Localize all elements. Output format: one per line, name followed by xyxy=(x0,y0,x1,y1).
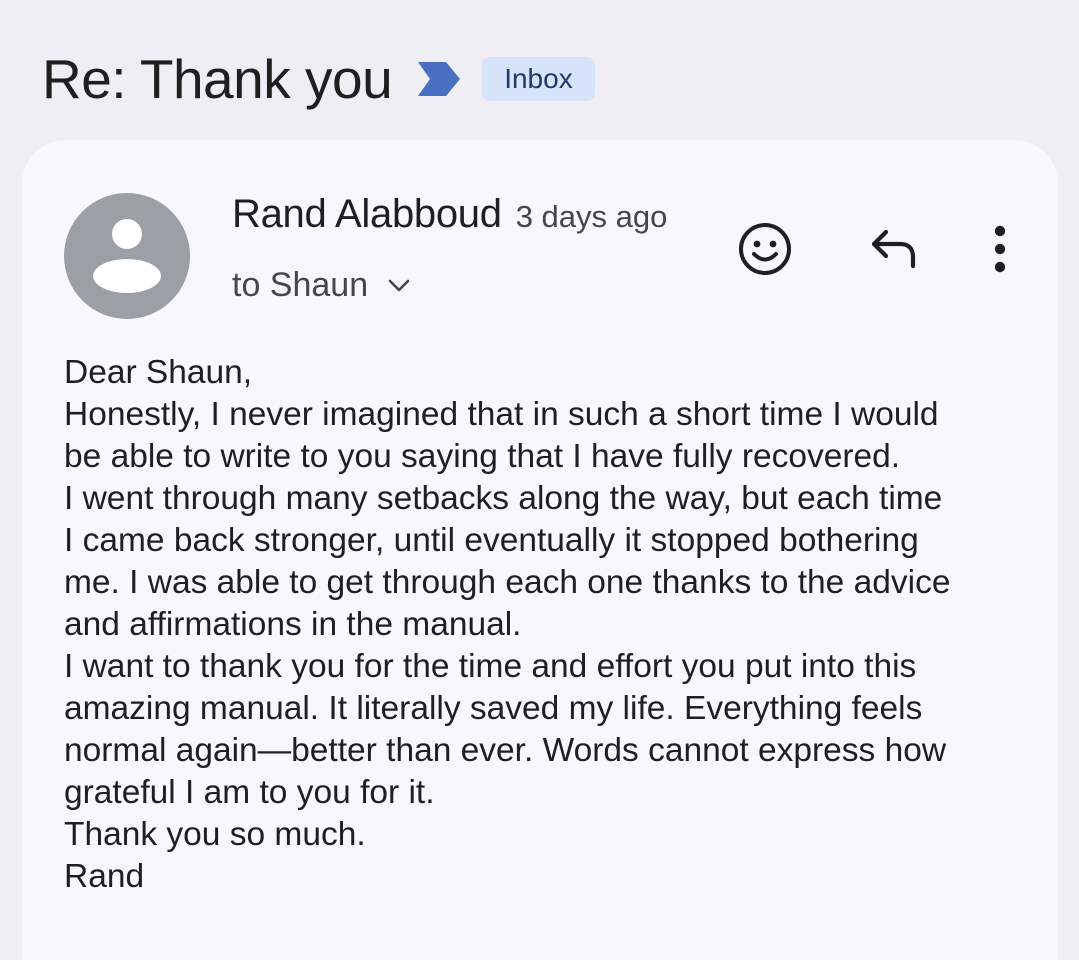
label-chip-inbox[interactable]: Inbox xyxy=(482,57,595,101)
sent-time: 3 days ago xyxy=(515,199,668,234)
recipient-label: to Shaun xyxy=(232,266,369,304)
recipient-details-toggle[interactable]: to Shaun xyxy=(232,266,412,305)
avatar[interactable] xyxy=(64,193,190,319)
body-line: I came back stronger, until eventually i… xyxy=(64,522,919,559)
important-marker-icon[interactable] xyxy=(416,60,462,98)
body-line: and affirmations in the manual. xyxy=(64,606,522,643)
add-reaction-button[interactable] xyxy=(734,218,796,280)
person-icon xyxy=(93,219,161,293)
body-line: Thank you so much. xyxy=(64,816,366,853)
chevron-down-icon[interactable] xyxy=(386,273,412,299)
body-line: Honestly, I never imagined that in such … xyxy=(64,396,939,433)
body-line: Rand xyxy=(64,858,145,895)
body-line: normal again—better than ever. Words can… xyxy=(64,732,947,769)
body-line: be able to write to you saying that I ha… xyxy=(64,438,901,475)
body-line: Dear Shaun, xyxy=(64,354,253,391)
body-line: me. I was able to get through each one t… xyxy=(64,564,951,601)
add-reaction-icon xyxy=(739,223,791,275)
sender-name[interactable]: Rand Alabboud xyxy=(232,192,502,237)
subject-row: Re: Thank you Inbox xyxy=(42,44,595,114)
message-card: Rand Alabboud 3 days ago to Shaun Dear S… xyxy=(22,140,1058,960)
more-vert-icon xyxy=(994,225,1006,273)
body-line: grateful I am to you for it. xyxy=(64,774,435,811)
email-subject: Re: Thank you xyxy=(42,48,393,110)
reply-button[interactable] xyxy=(864,220,924,276)
more-options-button[interactable] xyxy=(980,218,1020,280)
reply-icon xyxy=(871,229,916,269)
body-line: amazing manual. It literally saved my li… xyxy=(64,690,923,727)
message-body: Dear Shaun, Honestly, I never imagined t… xyxy=(64,352,1024,898)
body-line: I went through many setbacks along the w… xyxy=(64,480,943,517)
sender-line: Rand Alabboud 3 days ago xyxy=(232,192,667,237)
body-line: I want to thank you for the time and eff… xyxy=(64,648,917,685)
